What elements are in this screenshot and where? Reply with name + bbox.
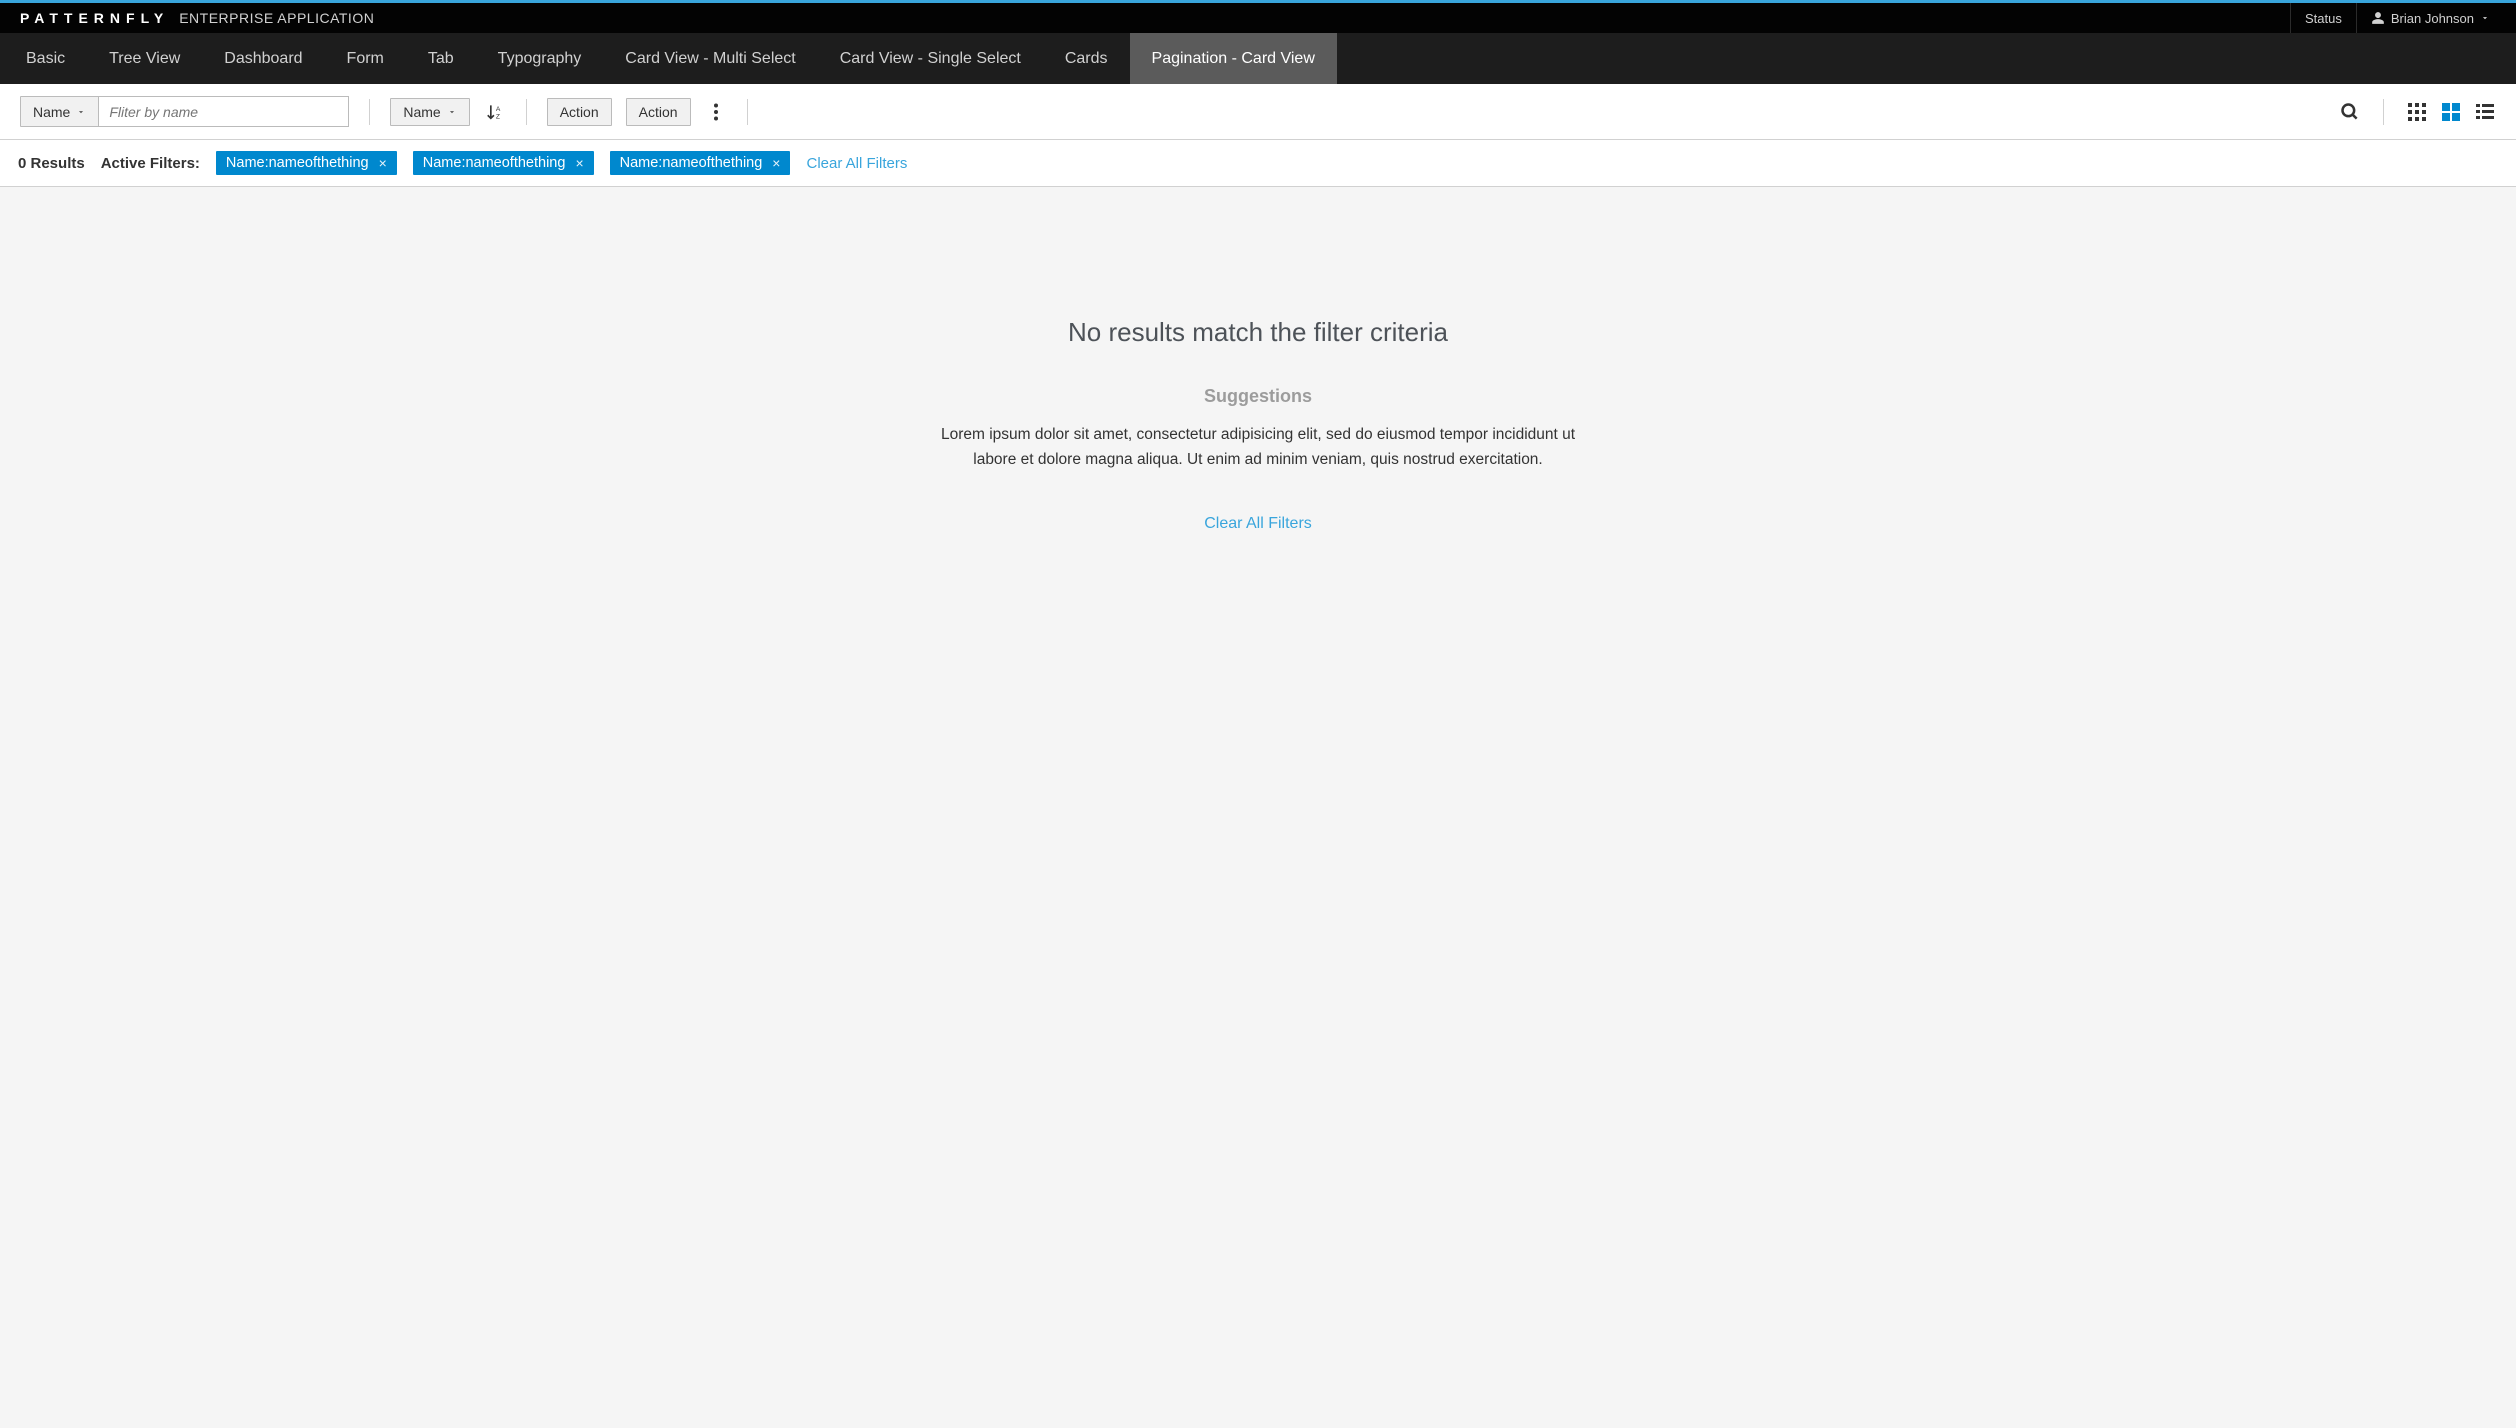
filter-chip-label: Name:nameofthething — [226, 155, 369, 171]
filter-results-row: 0 Results Active Filters: Name:nameofthe… — [0, 140, 2516, 187]
sort-field-label: Name — [403, 104, 440, 120]
masthead: PATTERNFLY ENTERPRISE APPLICATION Status… — [0, 3, 2516, 33]
view-toggle — [2406, 101, 2496, 123]
filter-input[interactable] — [99, 96, 349, 127]
brand: PATTERNFLY ENTERPRISE APPLICATION — [20, 10, 374, 26]
status-label: Status — [2305, 11, 2342, 26]
svg-text:A: A — [496, 106, 501, 113]
filter-field-label: Name — [33, 104, 70, 120]
nav-item[interactable]: Tab — [406, 33, 476, 84]
filter-chip: Name:nameofthething × — [216, 151, 397, 175]
sort-field-dropdown[interactable]: Name — [390, 98, 469, 126]
empty-subtitle: Suggestions — [20, 386, 2496, 407]
user-name: Brian Johnson — [2391, 11, 2474, 26]
nav-item[interactable]: Cards — [1043, 33, 1130, 84]
filter-chip: Name:nameofthething × — [610, 151, 791, 175]
nav-item[interactable]: Pagination - Card View — [1130, 33, 1337, 84]
primary-nav: BasicTree ViewDashboardFormTabTypography… — [0, 33, 2516, 84]
svg-text:Z: Z — [496, 113, 500, 120]
empty-clear-filters-link[interactable]: Clear All Filters — [1204, 515, 1312, 532]
brand-subtitle: ENTERPRISE APPLICATION — [179, 10, 374, 26]
separator — [369, 99, 370, 125]
filter-chip-label: Name:nameofthething — [423, 155, 566, 171]
filter-chip-label: Name:nameofthething — [620, 155, 763, 171]
kebab-icon[interactable] — [705, 101, 727, 123]
separator — [747, 99, 748, 125]
action-button-2[interactable]: Action — [626, 98, 691, 126]
search-icon[interactable] — [2339, 101, 2361, 123]
view-small-grid-icon[interactable] — [2406, 101, 2428, 123]
nav-item[interactable]: Form — [325, 33, 406, 84]
results-count: 0 Results — [18, 155, 85, 172]
action-button-1[interactable]: Action — [547, 98, 612, 126]
chevron-down-icon — [2480, 13, 2490, 23]
nav-item[interactable]: Card View - Multi Select — [603, 33, 817, 84]
filter-field-dropdown[interactable]: Name — [20, 96, 99, 127]
nav-item[interactable]: Card View - Single Select — [818, 33, 1043, 84]
close-icon[interactable]: × — [379, 155, 387, 171]
separator — [526, 99, 527, 125]
chevron-down-icon — [447, 107, 457, 117]
view-large-grid-icon[interactable] — [2440, 101, 2462, 123]
user-menu[interactable]: Brian Johnson — [2356, 3, 2504, 33]
toolbar: Name Name A Z Action Action — [0, 84, 2516, 140]
empty-title: No results match the filter criteria — [20, 317, 2496, 348]
chevron-down-icon — [76, 107, 86, 117]
user-icon — [2371, 11, 2385, 25]
sort-alpha-asc-icon[interactable]: A Z — [484, 101, 506, 123]
filter-group: Name — [20, 96, 349, 127]
nav-item[interactable]: Basic — [4, 33, 87, 84]
close-icon[interactable]: × — [772, 155, 780, 171]
brand-name: PATTERNFLY — [20, 10, 169, 26]
status-menu[interactable]: Status — [2290, 3, 2356, 33]
nav-item[interactable]: Typography — [476, 33, 604, 84]
separator — [2383, 99, 2384, 125]
nav-item[interactable]: Dashboard — [202, 33, 324, 84]
empty-body: Lorem ipsum dolor sit amet, consectetur … — [928, 423, 1588, 473]
clear-all-filters-link[interactable]: Clear All Filters — [806, 155, 907, 172]
close-icon[interactable]: × — [575, 155, 583, 171]
view-list-icon[interactable] — [2474, 101, 2496, 123]
empty-state: No results match the filter criteria Sug… — [0, 187, 2516, 663]
filter-chip: Name:nameofthething × — [413, 151, 594, 175]
nav-item[interactable]: Tree View — [87, 33, 202, 84]
active-filters-label: Active Filters: — [101, 155, 200, 172]
